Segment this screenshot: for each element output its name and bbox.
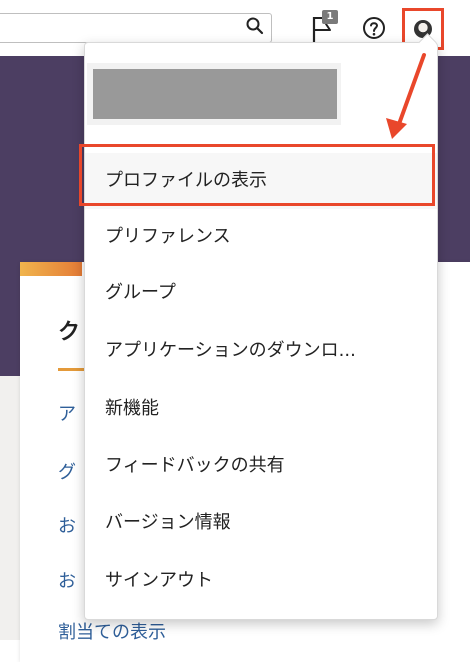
search-input[interactable] <box>0 13 272 43</box>
menu-item-preferences[interactable]: プリファレンス <box>85 209 437 265</box>
search-icon[interactable] <box>245 16 265 36</box>
user-info-header <box>87 63 341 125</box>
menu-item-about[interactable]: バージョン情報 <box>85 495 437 551</box>
card-accent <box>20 262 82 276</box>
help-icon[interactable] <box>362 16 386 40</box>
card-title: ク <box>58 320 81 345</box>
menu-item-groups[interactable]: グループ <box>85 265 437 321</box>
card-link[interactable]: グ <box>58 458 76 484</box>
menu-item-download-apps[interactable]: アプリケーションのダウンロ... <box>85 323 437 379</box>
menu-item-sign-out[interactable]: サインアウト <box>85 553 437 609</box>
menu-item-share-feedback[interactable]: フィードバックの共有 <box>85 438 437 494</box>
card-link[interactable]: お <box>58 512 76 538</box>
card-link-view-assignments[interactable]: 割当ての表示 <box>58 618 166 644</box>
card-link[interactable]: ア <box>58 400 76 426</box>
user-dropdown-menu: プロファイルの表示 プリファレンス グループ アプリケーションのダウンロ... … <box>84 33 438 620</box>
redacted-user-name <box>93 69 337 119</box>
card-link[interactable]: お <box>58 567 76 593</box>
menu-item-whats-new[interactable]: 新機能 <box>85 381 437 437</box>
notification-badge: 1 <box>322 10 338 24</box>
highlight-box <box>79 144 435 206</box>
